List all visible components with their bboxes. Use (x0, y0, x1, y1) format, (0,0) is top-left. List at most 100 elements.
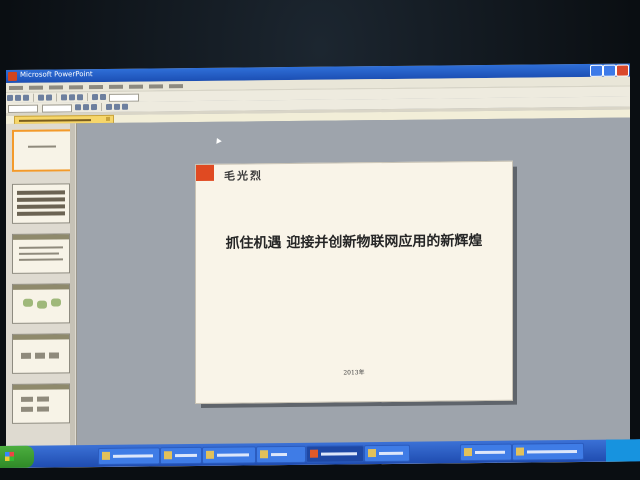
slide-thumbnail[interactable] (12, 183, 70, 224)
start-button[interactable] (0, 445, 34, 468)
thumbnail-box (49, 352, 59, 359)
thumbnail-line (17, 197, 65, 202)
thumbnail-box (35, 352, 45, 359)
thumbnail-box (37, 396, 49, 402)
slide-thumbnail[interactable] (12, 129, 72, 172)
app-icon (368, 449, 376, 458)
mouse-cursor-icon (214, 136, 222, 144)
taskbar-button[interactable] (364, 444, 410, 463)
toolbar-separator (56, 93, 57, 102)
toolbar-separator (101, 102, 102, 112)
app-icon (516, 447, 524, 456)
underline-icon[interactable] (91, 104, 97, 111)
slide-thumbnail[interactable] (12, 383, 70, 424)
open-icon[interactable] (15, 94, 21, 101)
taskbar-button-label (527, 449, 577, 454)
screen: Microsoft PowerPoint 毛光烈 抓住机遇 迎接并创新物联网应用… (6, 63, 630, 469)
slide-thumbnail[interactable] (12, 233, 70, 274)
new-icon[interactable] (7, 94, 13, 101)
thumbnail-diagram (23, 298, 33, 307)
slide-editing-area: 毛光烈 抓住机遇 迎接并创新物联网应用的新辉煌 2013年 (77, 117, 630, 454)
menu-tools[interactable] (109, 84, 123, 89)
paste-icon[interactable] (77, 94, 83, 101)
close-icon[interactable] (616, 64, 629, 77)
windows-flag-icon (5, 451, 14, 461)
system-tray[interactable] (606, 439, 640, 462)
thumbnail-line (17, 190, 65, 195)
powerpoint-icon[interactable] (8, 71, 17, 81)
thumbnail-header (13, 384, 69, 390)
undo-icon[interactable] (92, 94, 98, 101)
italic-icon[interactable] (83, 104, 89, 111)
thumbnail-box (37, 406, 49, 412)
app-icon (164, 451, 172, 460)
thumbnail-line (17, 204, 65, 209)
taskbar-button[interactable] (256, 445, 306, 464)
slide-thumbnail[interactable] (12, 283, 70, 324)
thumbnail-diagram (37, 300, 47, 309)
thumbnail-scrollbar[interactable] (70, 123, 75, 454)
thumbnail-line (19, 258, 63, 261)
window-title: Microsoft PowerPoint (20, 70, 93, 79)
thumbnail-box (21, 406, 33, 412)
taskbar-button[interactable] (160, 446, 202, 465)
copy-icon[interactable] (69, 94, 75, 101)
taskbar-button-label (379, 451, 403, 456)
toolbar-separator (33, 93, 34, 102)
thumbnail-line (19, 246, 63, 249)
save-icon[interactable] (23, 94, 29, 101)
slide-date[interactable]: 2013年 (196, 366, 512, 378)
thumbnail-box (21, 352, 31, 359)
slide-thumbnail-pane (6, 123, 77, 454)
thumbnail-header (13, 284, 69, 290)
thumbnail-header (13, 234, 69, 240)
toolbar-separator (87, 93, 88, 102)
menu-file[interactable] (9, 85, 23, 90)
redo-icon[interactable] (100, 93, 106, 101)
taskbar-button[interactable] (460, 443, 512, 462)
taskbar-button-label (175, 453, 197, 458)
thumbnail-title-line (28, 145, 56, 148)
taskbar-button-label (271, 452, 287, 457)
powerpoint-icon (310, 449, 318, 458)
thumbnail-box (21, 396, 33, 402)
app-icon (464, 448, 472, 457)
menu-view[interactable] (49, 85, 63, 90)
align-right-icon[interactable] (122, 103, 128, 110)
preview-icon[interactable] (46, 94, 52, 101)
cut-icon[interactable] (61, 94, 67, 101)
taskbar-button[interactable] (98, 447, 160, 465)
slide-thumbnail[interactable] (12, 333, 70, 374)
minimize-icon[interactable] (590, 64, 603, 77)
taskbar-button-label (113, 454, 153, 458)
app-icon (102, 451, 110, 460)
align-center-icon[interactable] (114, 103, 120, 110)
maximize-icon[interactable] (603, 64, 616, 77)
thumbnail-header (13, 334, 69, 340)
taskbar-button[interactable] (512, 442, 584, 461)
slide-brand: 毛光烈 (224, 169, 263, 183)
logo-accent-block (196, 164, 214, 182)
taskbar-button[interactable] (202, 446, 256, 464)
slide-title[interactable]: 抓住机遇 迎接并创新物联网应用的新辉煌 (196, 230, 512, 253)
app-icon (260, 450, 268, 459)
taskbar-button-label (321, 452, 357, 456)
taskbar-button-powerpoint[interactable] (306, 445, 364, 463)
align-left-icon[interactable] (106, 103, 112, 110)
menu-format[interactable] (89, 84, 103, 90)
taskbar-button-label (475, 450, 505, 455)
menu-slideshow[interactable] (129, 84, 143, 89)
menu-help[interactable] (169, 84, 183, 89)
menu-window[interactable] (149, 84, 163, 89)
print-icon[interactable] (38, 94, 44, 101)
thumbnail-line (19, 252, 59, 255)
thumbnail-line (17, 211, 65, 216)
menu-edit[interactable] (29, 85, 43, 90)
current-slide[interactable]: 毛光烈 抓住机遇 迎接并创新物联网应用的新辉煌 2013年 (195, 160, 513, 405)
menu-insert[interactable] (69, 85, 83, 90)
bold-icon[interactable] (75, 104, 81, 111)
app-icon (206, 450, 214, 459)
taskbar-button-label (217, 453, 249, 457)
close-icon[interactable] (106, 116, 110, 121)
document-tab-label (19, 119, 91, 122)
